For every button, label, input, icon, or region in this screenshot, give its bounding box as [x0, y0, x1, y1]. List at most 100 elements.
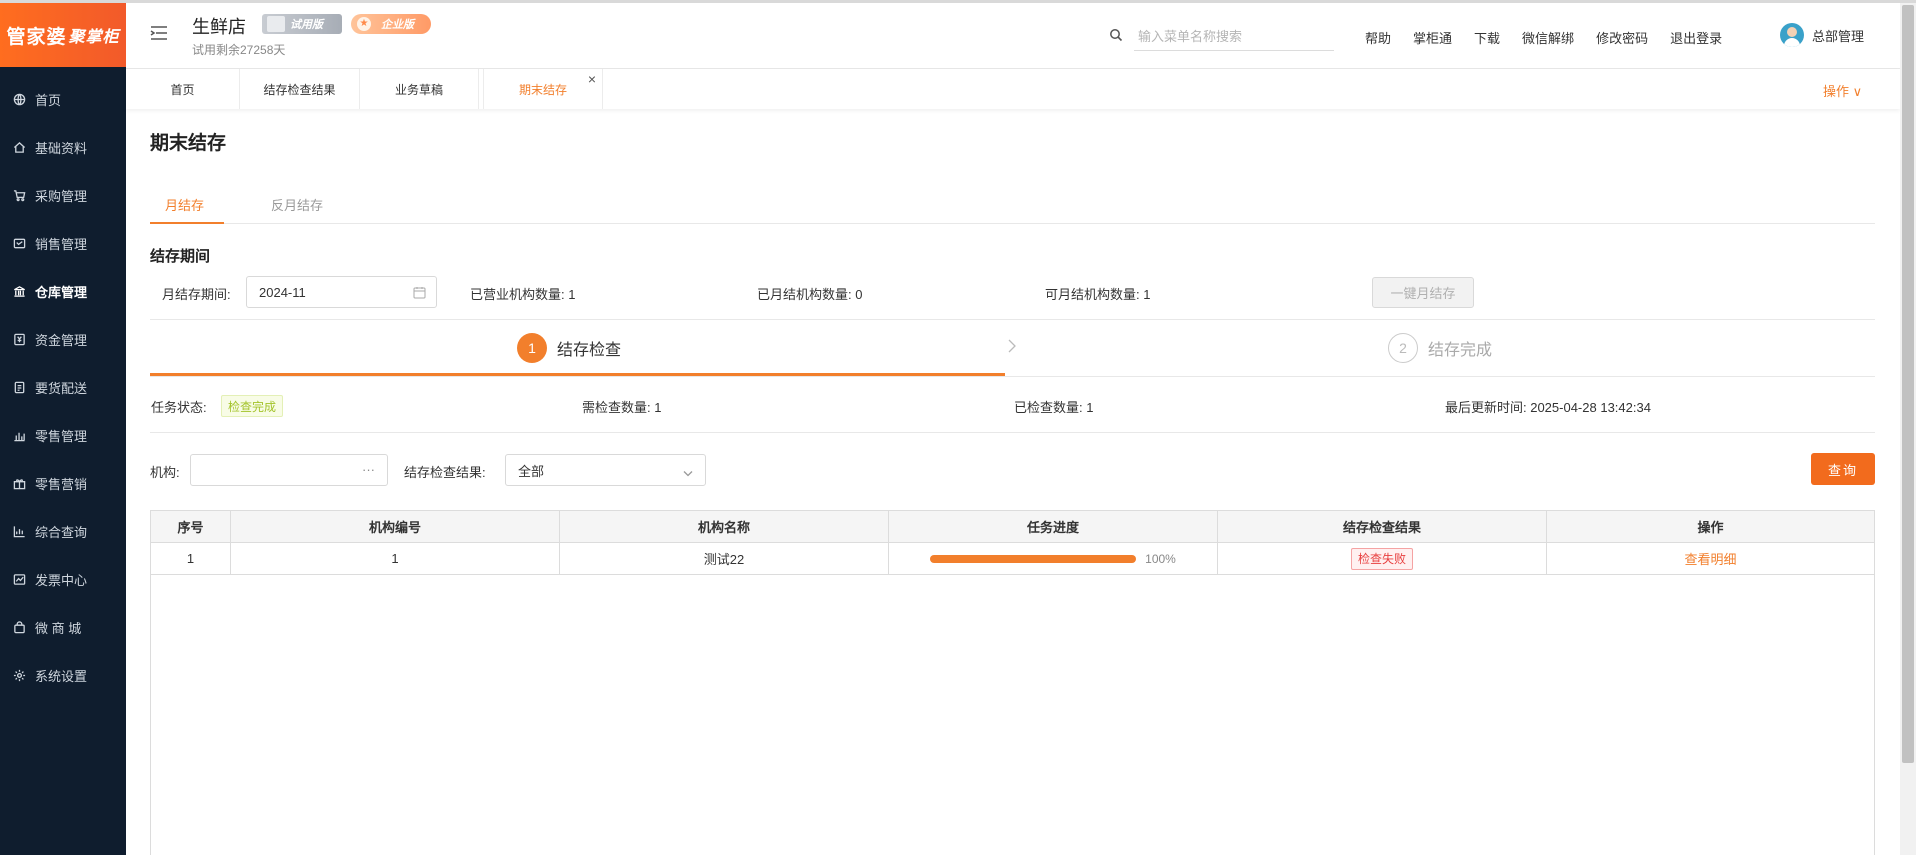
globe-icon [12, 92, 26, 106]
need-check-count: 需检查数量: 1 [582, 400, 662, 415]
page-title: 期末结存 [150, 133, 227, 154]
scrollbar-thumb[interactable] [1902, 5, 1914, 763]
step-number: 2 [1388, 333, 1418, 363]
sidebar-item-sales[interactable]: 销售管理 [0, 219, 126, 267]
tab-home[interactable]: 首页 [126, 69, 240, 109]
calendar-icon [413, 286, 426, 299]
enterprise-badge-label: 企业版 [381, 19, 414, 31]
wechat-unbind-link[interactable]: 微信解绑 [1522, 28, 1574, 47]
sidebar-item-label: 资金管理 [35, 332, 88, 348]
tab-label: 首页 [170, 82, 195, 97]
sidebar-item-invoice[interactable]: 发票中心 [0, 555, 126, 603]
sidebar-item-retail[interactable]: 零售管理 [0, 411, 126, 459]
sidebar-item-warehouse[interactable]: 仓库管理 [0, 267, 126, 315]
progress-bar [930, 554, 1137, 563]
close-icon[interactable]: × [588, 71, 596, 87]
org-selector-input[interactable]: ··· [190, 454, 388, 486]
home-icon [12, 140, 26, 154]
tab-label: 期末结存 [518, 82, 567, 97]
org-filter-label: 机构: [150, 465, 180, 480]
task-status-label: 任务状态: [151, 400, 207, 415]
user-menu[interactable]: 总部管理 [1780, 23, 1864, 47]
result-select[interactable]: 全部 [505, 454, 706, 486]
sidebar-item-label: 要货配送 [35, 380, 88, 396]
step-label: 结存完成 [1428, 342, 1493, 359]
tab-period-end[interactable]: 期末结存 × [483, 69, 603, 109]
divider [150, 432, 1875, 433]
tab-reverse-monthly-close[interactable]: 反月结存 [271, 195, 323, 214]
monitor-icon [267, 16, 285, 32]
sidebar-item-label: 基础资料 [35, 140, 88, 156]
sidebar-item-finance[interactable]: 资金管理 [0, 315, 126, 363]
result-filter-label: 结存检查结果: [404, 465, 486, 480]
query-button[interactable]: 查询 [1811, 453, 1875, 485]
sidebar-item-label: 系统设置 [35, 668, 88, 684]
result-select-value: 全部 [518, 463, 545, 479]
document-icon [12, 380, 26, 394]
progress-text: 100% [1145, 551, 1176, 566]
page-tab-bar: 首页 结存检查结果 业务草稿 期末结存 × 操作 ∨ [126, 69, 1900, 109]
cart-icon [12, 188, 26, 202]
app-logo[interactable]: 管家婆 聚掌柜 [0, 3, 126, 67]
sidebar-item-label: 零售营销 [35, 476, 88, 492]
money-icon [12, 332, 26, 346]
closed-org-count: 已月结机构数量: 0 [757, 287, 863, 302]
operations-dropdown[interactable]: 操作 ∨ [1823, 81, 1862, 100]
top-header: 生鲜店 试用版 ★ 企业版 试用剩余27258天 帮助 掌柜通 下载 微信解绑 … [126, 3, 1900, 69]
zhangguitong-link[interactable]: 掌柜通 [1413, 28, 1452, 47]
download-link[interactable]: 下载 [1474, 28, 1500, 47]
star-icon: ★ [357, 17, 371, 31]
more-icon[interactable]: ··· [362, 462, 375, 477]
table-header: 序号 机构编号 机构名称 任务进度 结存检查结果 操作 [151, 511, 1874, 543]
tab-label: 结存检查结果 [263, 82, 336, 97]
cell-org-name: 测试22 [560, 543, 889, 574]
change-password-link[interactable]: 修改密码 [1596, 28, 1648, 47]
divider [150, 376, 1875, 377]
cell-action: 查看明细 [1547, 543, 1874, 574]
sidebar-item-label: 首页 [35, 92, 62, 108]
subtabs: 月结存 反月结存 [150, 187, 1875, 224]
tab-check-result[interactable]: 结存检查结果 [240, 69, 360, 109]
step-number: 1 [517, 333, 547, 363]
sidebar-item-label: 微 商 城 [35, 620, 82, 636]
last-update-time: 最后更新时间: 2025-04-28 13:42:34 [1445, 400, 1651, 415]
chevron-right-icon [1007, 339, 1017, 353]
divider [150, 319, 1875, 320]
sidebar: 管家婆 聚掌柜 首页 基础资料 采购管理 销售管理 仓库管理 资金管理 要货配送… [0, 3, 126, 855]
fail-badge: 检查失败 [1350, 547, 1413, 570]
cell-org-code: 1 [231, 543, 560, 574]
checked-count: 已检查数量: 1 [1014, 400, 1094, 415]
help-link[interactable]: 帮助 [1365, 28, 1391, 47]
sidebar-item-home[interactable]: 首页 [0, 75, 126, 123]
closable-org-count: 可月结机构数量: 1 [1045, 287, 1151, 302]
sidebar-item-marketing[interactable]: 零售营销 [0, 459, 126, 507]
sidebar-item-settings[interactable]: 系统设置 [0, 651, 126, 699]
search-icon[interactable] [1109, 28, 1123, 42]
results-table: 序号 机构编号 机构名称 任务进度 结存检查结果 操作 1 1 测试22 100… [150, 510, 1875, 855]
period-label: 月结存期间: [162, 287, 231, 302]
view-detail-link[interactable]: 查看明细 [1684, 549, 1736, 568]
one-click-close-button[interactable]: 一键月结存 [1372, 277, 1474, 308]
sidebar-item-label: 零售管理 [35, 428, 88, 444]
trial-days-remaining: 试用剩余27258天 [192, 43, 286, 57]
sidebar-item-mall[interactable]: 微 商 城 [0, 603, 126, 651]
period-date-picker[interactable]: 2024-11 [246, 276, 437, 308]
sidebar-item-basic-data[interactable]: 基础资料 [0, 123, 126, 171]
bar-chart-icon [12, 428, 26, 442]
col-progress: 任务进度 [889, 511, 1218, 542]
sales-icon [12, 236, 26, 250]
step-label: 结存检查 [557, 342, 622, 359]
logout-link[interactable]: 退出登录 [1670, 28, 1722, 47]
tab-monthly-close[interactable]: 月结存 [165, 195, 204, 214]
enterprise-badge: ★ 企业版 [351, 14, 431, 34]
sidebar-item-purchase[interactable]: 采购管理 [0, 171, 126, 219]
sidebar-item-distribution[interactable]: 要货配送 [0, 363, 126, 411]
table-row: 1 1 测试22 100% 检查失败 查看明细 [151, 543, 1874, 575]
col-check-result: 结存检查结果 [1218, 511, 1547, 542]
trial-badge-label: 试用版 [290, 19, 323, 31]
section-title: 结存期间 [150, 248, 211, 265]
menu-toggle-icon[interactable] [150, 25, 168, 41]
sidebar-item-query[interactable]: 综合查询 [0, 507, 126, 555]
tab-drafts[interactable]: 业务草稿 [360, 69, 479, 109]
menu-search-input[interactable] [1134, 23, 1334, 51]
